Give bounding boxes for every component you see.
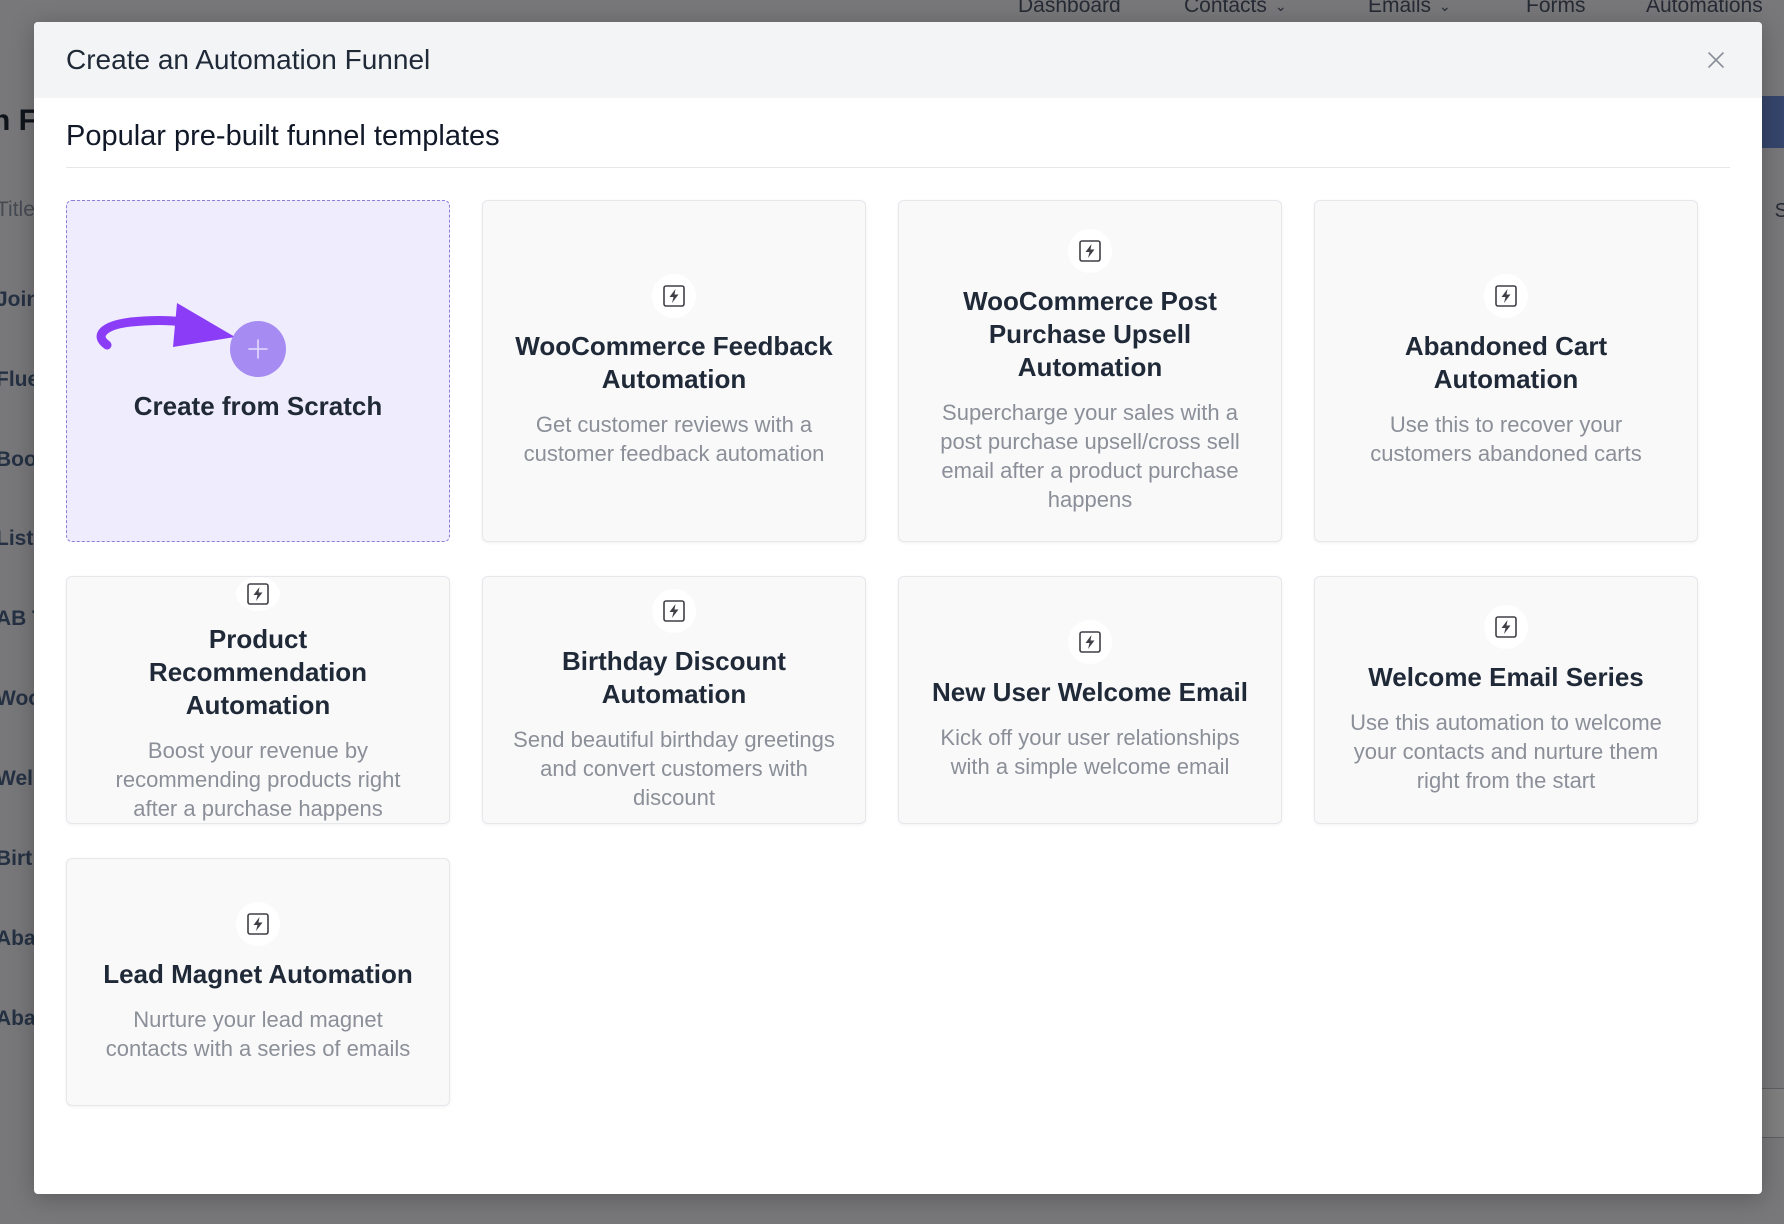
template-description: Nurture your lead magnet contacts with a…: [105, 1006, 411, 1061]
bolt-icon: [1068, 228, 1112, 273]
template-description: Supercharge your sales with a post purch…: [940, 399, 1240, 512]
template-title: Abandoned Cart Automation: [1404, 331, 1608, 394]
template-title: Birthday Discount Automation: [562, 645, 786, 709]
template-title: WooCommerce Feedback Automation: [515, 331, 833, 394]
template-card-woocommerce-feedback[interactable]: WooCommerce Feedback Automation Get cust…: [482, 200, 866, 542]
modal-header: Create an Automation Funnel: [34, 22, 1762, 98]
template-title: WooCommerce Post Purchase Upsell Automat…: [963, 285, 1217, 382]
close-button[interactable]: [1700, 44, 1732, 76]
template-description: Boost your revenue by recommending produ…: [115, 738, 401, 821]
template-description: Send beautiful birthday greetings and co…: [513, 726, 835, 810]
create-funnel-modal: Create an Automation Funnel Popular pre-…: [34, 22, 1762, 1194]
section-title: Popular pre-built funnel templates: [66, 120, 1730, 168]
create-from-scratch-card[interactable]: Create from Scratch: [66, 200, 450, 542]
template-title: New User Welcome Email: [932, 676, 1248, 707]
scratch-label: Create from Scratch: [133, 391, 383, 421]
template-card-birthday-discount[interactable]: Birthday Discount Automation Send beauti…: [482, 576, 866, 824]
template-card-product-recommendation[interactable]: Product Recommendation Automation Boost …: [66, 576, 450, 824]
bolt-icon: [652, 274, 696, 318]
template-title: Product Recommendation Automation: [148, 624, 368, 720]
close-icon: [1708, 52, 1724, 68]
template-card-new-user-welcome[interactable]: New User Welcome Email Kick off your use…: [898, 576, 1282, 824]
template-description: Kick off your user relationships with a …: [940, 724, 1240, 779]
template-description: Use this automation to welcome your cont…: [1350, 710, 1662, 793]
modal-title: Create an Automation Funnel: [66, 44, 431, 75]
template-title: Welcome Email Series: [1368, 662, 1644, 692]
bolt-icon: [1484, 274, 1528, 318]
plus-icon: [230, 321, 286, 377]
template-grid: Create from Scratch WooCommerce Feedback…: [66, 200, 1730, 1106]
template-description: Use this to recover your customers aband…: [1370, 412, 1642, 466]
template-description: Get customer reviews with a customer fee…: [523, 412, 825, 466]
bolt-icon: [1068, 619, 1112, 664]
bolt-icon: [652, 588, 696, 633]
bolt-icon: [236, 577, 280, 611]
arrow-icon: [96, 303, 235, 350]
template-card-post-purchase-upsell[interactable]: WooCommerce Post Purchase Upsell Automat…: [898, 200, 1282, 542]
template-card-abandoned-cart[interactable]: Abandoned Cart Automation Use this to re…: [1314, 200, 1698, 542]
template-title: Lead Magnet Automation: [103, 958, 413, 989]
template-card-welcome-series[interactable]: Welcome Email Series Use this automation…: [1314, 576, 1698, 824]
bolt-icon: [1484, 605, 1528, 649]
modal-body: Popular pre-built funnel templates Creat…: [34, 98, 1762, 1106]
bolt-icon: [236, 901, 280, 946]
template-card-lead-magnet[interactable]: Lead Magnet Automation Nurture your lead…: [66, 858, 450, 1106]
